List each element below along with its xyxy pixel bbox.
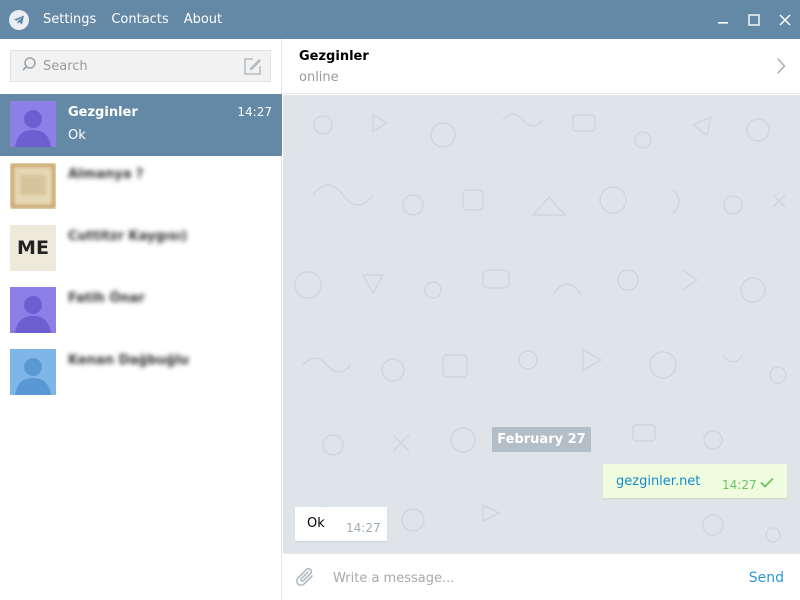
message-input[interactable]	[333, 566, 713, 590]
chat-status: online	[299, 70, 339, 85]
dialog-name: Cuttitzr Kaygısı)	[68, 229, 188, 244]
maximize-icon[interactable]	[738, 0, 769, 39]
message-time: 14:27	[722, 478, 757, 492]
dialog-item-me[interactable]: ME Cuttitzr Kaygısı)	[0, 218, 282, 280]
message-link[interactable]: gezginler.net	[616, 474, 700, 489]
read-check-icon	[760, 477, 774, 492]
avatar	[10, 101, 56, 147]
dialog-item-fatih[interactable]: Fatih Önar	[0, 280, 282, 342]
search-box	[10, 50, 271, 82]
menu-settings[interactable]: Settings	[43, 12, 96, 27]
menu-about[interactable]: About	[184, 12, 222, 27]
dialog-list: Gezginler 14:27 Ok Almanya ? ME Cuttitzr…	[0, 94, 282, 404]
dialog-name: Gezginler	[68, 105, 138, 120]
menu-contacts[interactable]: Contacts	[111, 12, 168, 27]
avatar-initials: ME	[17, 237, 49, 259]
chat-title: Gezginler	[299, 49, 369, 64]
attach-icon[interactable]	[295, 566, 317, 594]
title-bar: Settings Contacts About	[0, 0, 800, 39]
search-icon	[21, 56, 37, 76]
message-area[interactable]: February 27 gezginler.net 14:27 Ok 14:27	[283, 95, 800, 553]
chat-header[interactable]: Gezginler online	[283, 39, 800, 94]
dialog-time: 14:27	[237, 105, 272, 119]
dialog-item-gezginler[interactable]: Gezginler 14:27 Ok	[0, 94, 282, 156]
dialogs-panel: Gezginler 14:27 Ok Almanya ? ME Cuttitzr…	[0, 39, 282, 600]
telegram-logo-icon[interactable]	[9, 9, 29, 30]
send-button[interactable]: Send	[749, 570, 784, 586]
message-time: 14:27	[346, 521, 381, 535]
dialog-item-almanya[interactable]: Almanya ?	[0, 156, 282, 218]
incoming-message[interactable]: Ok 14:27	[295, 507, 387, 541]
search-input[interactable]	[43, 58, 223, 74]
close-icon[interactable]	[769, 0, 800, 39]
dialog-name: Fatih Önar	[68, 291, 145, 306]
avatar	[10, 163, 56, 209]
message-composer: Send	[283, 553, 800, 600]
chevron-right-icon[interactable]	[776, 57, 786, 79]
avatar: ME	[10, 225, 56, 271]
window-controls	[707, 0, 800, 39]
date-separator: February 27	[492, 427, 591, 452]
outgoing-message[interactable]: gezginler.net 14:27	[603, 464, 787, 498]
dialog-name: Kenan Dağbuğlu	[68, 353, 189, 368]
dialog-last-message: Ok	[68, 128, 86, 143]
avatar	[10, 349, 56, 395]
minimize-icon[interactable]	[707, 0, 738, 39]
message-text: Ok	[307, 516, 325, 531]
dialog-name: Almanya ?	[68, 167, 144, 182]
dialog-item-kenan[interactable]: Kenan Dağbuğlu	[0, 342, 282, 404]
compose-icon[interactable]	[243, 57, 262, 80]
avatar	[10, 287, 56, 333]
